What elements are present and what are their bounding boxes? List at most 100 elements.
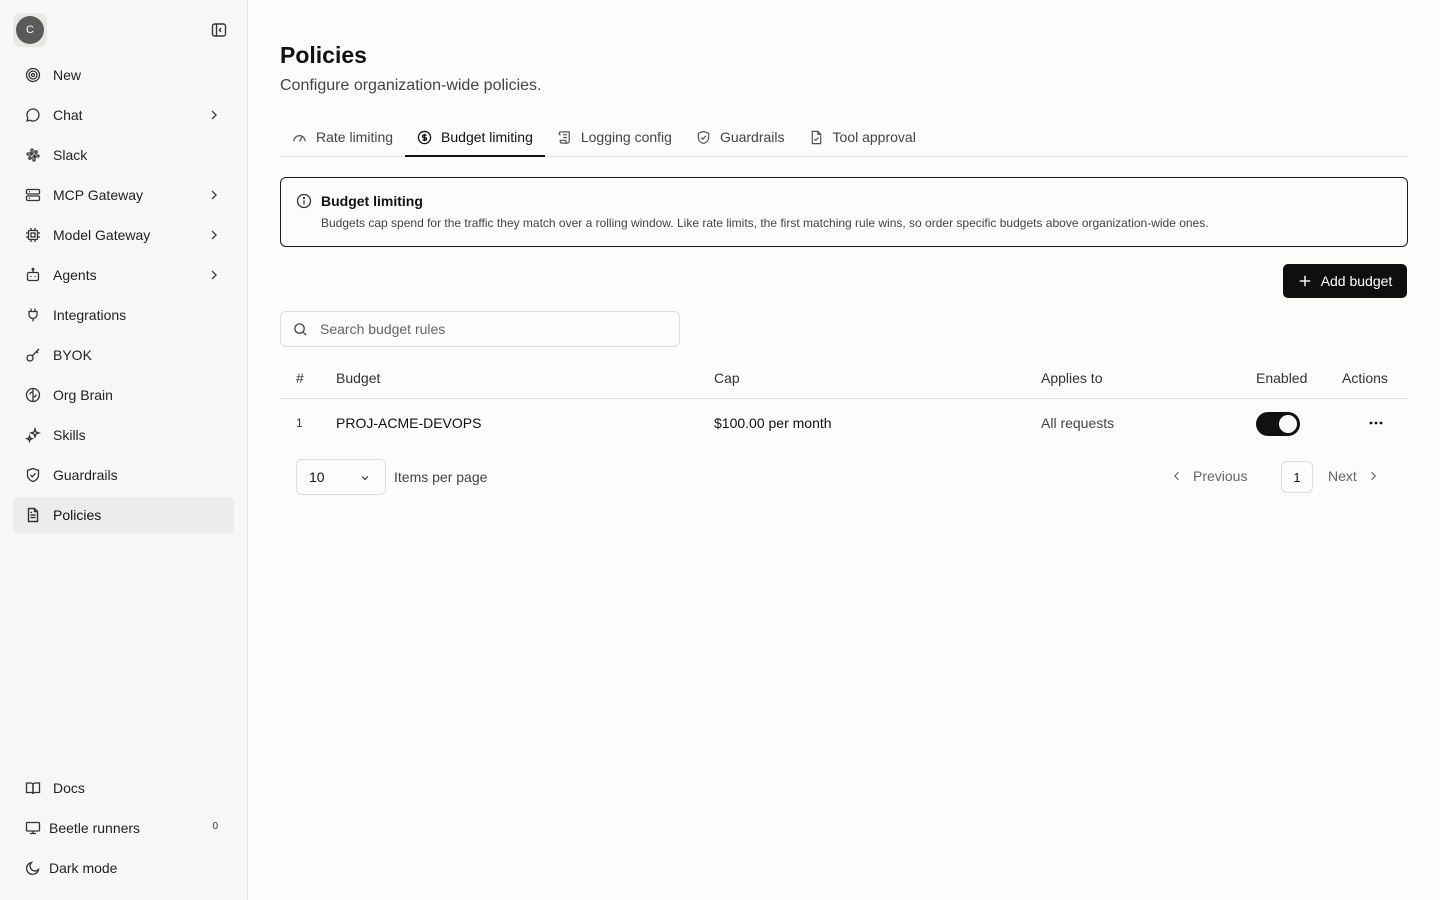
sidebar-item-label: Beetle runners — [49, 820, 141, 836]
sidebar-item-label: MCP Gateway — [53, 187, 143, 203]
sidebar-item-skills[interactable]: Skills — [13, 417, 234, 453]
sidebar-collapse-icon — [211, 23, 227, 37]
add-budget-label: Add budget — [1320, 273, 1393, 289]
tab-guardrails[interactable]: Guardrails — [684, 118, 797, 156]
header-num: # — [296, 370, 304, 386]
previous-page-button[interactable]: Previous — [1171, 468, 1247, 484]
sidebar-item-label: BYOK — [53, 347, 92, 363]
shield-check-icon — [696, 130, 711, 145]
tab-logging-config[interactable]: Logging config — [545, 118, 684, 156]
row-budget-name: PROJ-ACME-DEVOPS — [336, 415, 482, 431]
search-input[interactable] — [320, 321, 660, 337]
document-icon — [24, 506, 42, 524]
collapse-sidebar-button[interactable] — [209, 20, 229, 40]
sidebar-item-integrations[interactable]: Integrations — [13, 297, 234, 333]
sidebar-item-label: Model Gateway — [53, 227, 151, 243]
bot-icon — [24, 266, 42, 284]
chevron-right-icon — [1367, 470, 1379, 482]
page-1-button[interactable]: 1 — [1281, 461, 1313, 493]
sidebar-item-label: Guardrails — [53, 467, 118, 483]
budget-table: # Budget Cap Applies to Enabled Actions … — [280, 358, 1408, 447]
sidebar-item-label: Integrations — [53, 307, 127, 323]
sidebar-item-label: Skills — [53, 427, 86, 443]
gauge-icon — [292, 130, 307, 145]
dollar-circle-icon — [417, 130, 432, 145]
search-field[interactable] — [280, 311, 680, 347]
sidebar-item-label: Agents — [53, 267, 97, 283]
slack-icon — [24, 146, 42, 164]
tab-label: Rate limiting — [316, 129, 394, 145]
sidebar-item-slack[interactable]: Slack — [13, 137, 234, 173]
sidebar-item-agents[interactable]: Agents — [13, 257, 234, 293]
tab-rate-limiting[interactable]: Rate limiting — [280, 118, 405, 156]
sidebar-item-beetle-runners[interactable]: Beetle runners 0 — [13, 810, 234, 846]
page-subtitle: Configure organization-wide policies. — [280, 77, 542, 94]
monitor-icon — [24, 819, 42, 837]
sidebar-item-org-brain[interactable]: Org Brain — [13, 377, 234, 413]
sidebar-item-byok[interactable]: BYOK — [13, 337, 234, 373]
avatar: C — [16, 16, 44, 44]
header-actions: Actions — [1342, 370, 1388, 386]
previous-label: Previous — [1193, 468, 1248, 484]
chevron-right-icon — [206, 227, 222, 243]
cpu-icon — [24, 226, 42, 244]
server-icon — [24, 186, 42, 204]
toggle-knob — [1279, 415, 1297, 433]
tab-tool-approval[interactable]: Tool approval — [797, 118, 928, 156]
brain-icon — [24, 386, 42, 404]
sidebar-item-chat[interactable]: Chat — [13, 97, 234, 133]
sidebar-item-label: Slack — [53, 147, 88, 163]
page-title: Policies — [280, 42, 367, 68]
per-page-value: 10 — [309, 469, 325, 485]
key-icon — [24, 346, 42, 364]
plug-icon — [24, 306, 42, 324]
sidebar-item-new[interactable]: New — [13, 57, 234, 93]
add-budget-button[interactable]: Add budget — [1283, 264, 1407, 298]
header-applies-to: Applies to — [1041, 370, 1103, 386]
moon-icon — [24, 859, 42, 877]
shield-icon — [24, 466, 42, 484]
next-page-button[interactable]: Next — [1328, 468, 1379, 484]
sidebar-item-docs[interactable]: Docs — [13, 770, 234, 806]
sidebar-item-label: Docs — [53, 780, 85, 796]
table-row[interactable]: 1 PROJ-ACME-DEVOPS $100.00 per month All… — [280, 399, 1408, 447]
row-number: 1 — [296, 416, 303, 430]
chevron-down-icon — [359, 472, 371, 484]
book-icon — [24, 779, 42, 797]
scroll-icon — [557, 130, 572, 145]
enabled-toggle[interactable] — [1256, 412, 1300, 436]
file-check-icon — [809, 130, 824, 145]
dark-mode-toggle[interactable]: Dark mode — [13, 850, 234, 886]
row-cap: $100.00 per month — [714, 415, 832, 431]
header-enabled: Enabled — [1256, 370, 1308, 386]
sidebar-item-guardrails[interactable]: Guardrails — [13, 457, 234, 493]
row-actions-button[interactable] — [1366, 414, 1386, 432]
alert-body: Budgets cap spend for the traffic they m… — [321, 216, 1209, 230]
tab-label: Guardrails — [719, 129, 785, 145]
table-header: # Budget Cap Applies to Enabled Actions — [280, 358, 1408, 399]
chevron-right-icon — [206, 267, 222, 283]
chevron-right-icon — [206, 107, 222, 123]
sidebar-item-mcp-gateway[interactable]: MCP Gateway — [13, 177, 234, 213]
target-icon — [24, 66, 42, 84]
policy-tabs: Rate limiting Budget limiting Logging co… — [280, 118, 1408, 157]
sidebar-item-model-gateway[interactable]: Model Gateway — [13, 217, 234, 253]
search-icon — [293, 322, 308, 337]
chevron-right-icon — [206, 187, 222, 203]
chevron-left-icon — [1171, 470, 1183, 482]
info-alert: Budget limiting Budgets cap spend for th… — [280, 177, 1408, 247]
sidebar-nav: New Chat Slack MCP Gateway Model Gateway… — [13, 57, 234, 537]
alert-title: Budget limiting — [321, 193, 423, 209]
sidebar-item-label: Chat — [53, 107, 83, 123]
tab-budget-limiting[interactable]: Budget limiting — [405, 118, 545, 157]
pagination: 10 Items per page Previous 1 Next — [296, 459, 1408, 495]
workspace-switcher[interactable]: C — [13, 13, 47, 47]
sidebar-item-label: New — [53, 67, 82, 83]
plus-icon — [1298, 274, 1312, 288]
next-label: Next — [1328, 468, 1357, 484]
tab-label: Budget limiting — [441, 129, 533, 145]
sidebar-item-label: Org Brain — [53, 387, 113, 403]
per-page-select[interactable]: 10 — [296, 459, 386, 495]
sidebar-item-policies[interactable]: Policies — [13, 497, 234, 533]
sidebar-item-label: Dark mode — [49, 860, 118, 876]
